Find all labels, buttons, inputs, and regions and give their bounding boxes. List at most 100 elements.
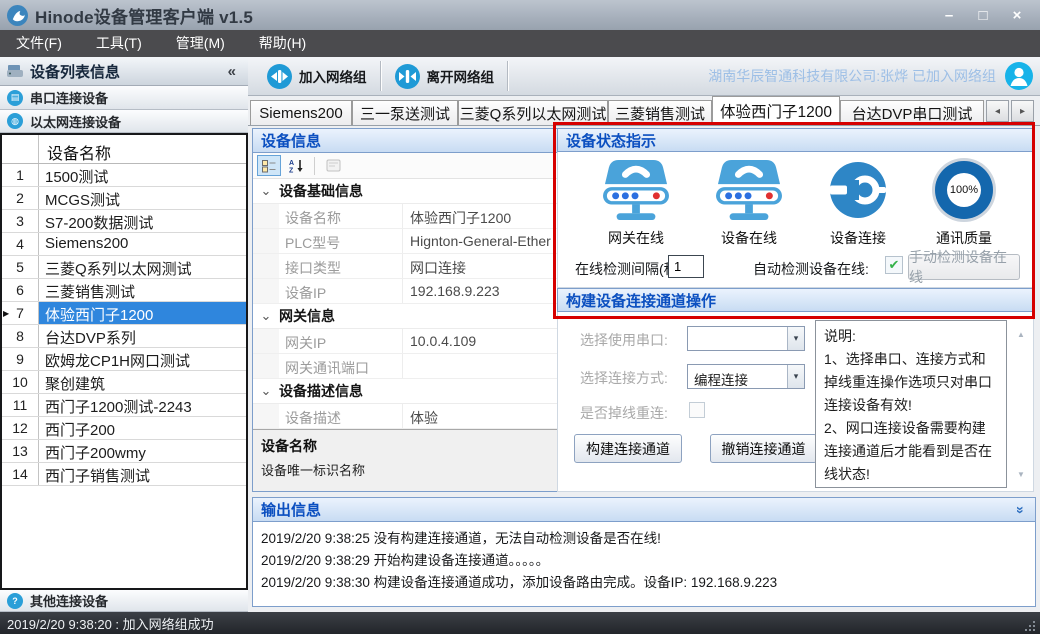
reconnect-label: 是否掉线重连:	[580, 403, 668, 423]
indicator-device-online: 设备在线	[697, 158, 801, 248]
table-row[interactable]: 12西门子200	[2, 417, 246, 440]
serial-select-dropdown[interactable]: ▾	[687, 326, 805, 351]
auto-detect-label: 自动检测设备在线:	[753, 259, 869, 279]
tab-sany-pump-test[interactable]: 三一泵送测试	[352, 100, 458, 125]
status-bar-text: 2019/2/20 9:38:20 : 加入网络组成功	[7, 614, 214, 633]
svg-text:A: A	[289, 160, 294, 167]
gateway-online-icon	[584, 158, 688, 222]
output-message: 2019/2/20 9:38:29 开始构建设备连接通道。。。。。	[261, 550, 1035, 572]
mode-select-dropdown[interactable]: 编程连接 ▾	[687, 364, 805, 389]
sidebar-group-other[interactable]: ? 其他连接设备	[0, 590, 248, 612]
table-row[interactable]: 5三菱Q系列以太网测试	[2, 256, 246, 279]
table-row[interactable]: 14西门子销售测试	[2, 463, 246, 486]
auto-detect-checkbox[interactable]: ✔	[885, 256, 903, 274]
menu-tools[interactable]: 工具(T)	[84, 30, 154, 57]
table-row[interactable]: 11500测试	[2, 164, 246, 187]
property-row[interactable]: PLC型号Hignton-General-Ether	[253, 229, 564, 254]
toolbar-separator	[507, 61, 508, 91]
menu-manage[interactable]: 管理(M)	[164, 30, 237, 57]
table-row[interactable]: 4Siemens200	[2, 233, 246, 256]
interval-input[interactable]	[668, 255, 704, 278]
network-toolbar: 加入网络组 离开网络组 湖南华辰智通科技有限公司:张烨 已加入网络组	[248, 57, 1040, 96]
tab-siemens1200-active[interactable]: 体验西门子1200	[712, 96, 840, 125]
property-row[interactable]: 设备IP192.168.9.223	[253, 279, 564, 304]
tab-mitsubishi-q-ethernet-test[interactable]: 三菱Q系列以太网测试	[458, 100, 608, 125]
property-pages-icon	[321, 155, 345, 176]
expander-icon[interactable]: ⌄	[253, 183, 279, 199]
leave-network-button[interactable]: 离开网络组	[384, 60, 505, 92]
menu-help[interactable]: 帮助(H)	[247, 30, 318, 57]
device-online-icon	[697, 158, 801, 222]
property-row[interactable]: 设备名称体验西门子1200	[253, 204, 564, 229]
tab-siemens200[interactable]: Siemens200	[250, 100, 352, 125]
comm-quality-gauge: 100%	[935, 161, 993, 219]
device-info-panel: 设备信息 AZ ⌄设备基础信息 设备名称体验西门子1200 PLC型号Hignt…	[252, 128, 565, 492]
toolbar-separator	[380, 61, 381, 91]
reconnect-checkbox[interactable]	[689, 402, 705, 418]
sidebar-group-serial[interactable]: ▤ 串口连接设备	[0, 86, 248, 110]
scroll-down-icon[interactable]: ▼	[1017, 470, 1025, 479]
device-list-icon	[6, 63, 24, 79]
menu-file[interactable]: 文件(F)	[4, 30, 74, 57]
manual-detect-button[interactable]: 手动检测设备在线	[908, 254, 1020, 280]
minimize-button[interactable]: –	[932, 7, 966, 24]
category-description-info[interactable]: ⌄设备描述信息	[253, 379, 564, 404]
table-row[interactable]: 3S7-200数据测试	[2, 210, 246, 233]
avatar	[1004, 61, 1034, 91]
ethernet-device-icon: ◍	[7, 113, 23, 129]
join-network-button[interactable]: 加入网络组	[256, 60, 377, 92]
device-status-header: 设备状态指示	[557, 128, 1034, 152]
table-row-selected[interactable]: ▶7 体验西门子1200	[2, 302, 246, 325]
close-button[interactable]: ×	[1000, 7, 1034, 24]
user-status-text: 湖南华辰智通科技有限公司:张烨 已加入网络组	[708, 66, 996, 86]
tab-mitsubishi-sales-test[interactable]: 三菱销售测试	[608, 100, 712, 125]
categorized-view-icon[interactable]	[257, 155, 281, 176]
window-title: Hinode设备管理客户端 v1.5	[35, 3, 253, 28]
indicator-gateway-online: 网关在线	[584, 158, 688, 248]
table-row[interactable]: 13西门子200wmy	[2, 440, 246, 463]
category-gateway-info[interactable]: ⌄网关信息	[253, 304, 564, 329]
category-basic-info[interactable]: ⌄设备基础信息	[253, 179, 564, 204]
tab-scroll-left-icon[interactable]: ◂	[986, 100, 1009, 122]
mode-select-label: 选择连接方式:	[580, 368, 668, 388]
tab-delta-dvp-serial-test[interactable]: 台达DVP串口测试	[840, 100, 984, 125]
build-channel-button[interactable]: 构建连接通道	[574, 434, 682, 463]
device-table-header: 设备名称	[2, 135, 246, 164]
revoke-channel-button[interactable]: 撤销连接通道	[710, 434, 817, 463]
property-grid-toolbar: AZ	[253, 153, 564, 179]
table-row[interactable]: 8台达DVP系列	[2, 325, 246, 348]
property-help-box: 设备名称 设备唯一标识名称	[253, 429, 564, 491]
table-row[interactable]: 2MCGS测试	[2, 187, 246, 210]
chevron-down-icon[interactable]: ▾	[787, 365, 804, 388]
other-device-icon: ?	[7, 593, 23, 609]
chevron-down-icon[interactable]: ▾	[787, 327, 804, 350]
maximize-button[interactable]: □	[966, 7, 1000, 24]
device-name-column-header: 设备名称	[39, 135, 246, 163]
indicator-comm-quality: 100% 通讯质量	[912, 158, 1016, 248]
serial-select-label: 选择使用串口:	[580, 330, 668, 350]
resize-grip[interactable]	[1025, 619, 1037, 631]
property-row[interactable]: 网关IP10.0.4.109	[253, 329, 564, 354]
output-messages: 2019/2/20 9:38:25 没有构建连接通道，无法自动检测设备是否在线!…	[252, 522, 1036, 607]
collapse-output-icon[interactable]: »	[1013, 506, 1029, 514]
app-window: Hinode设备管理客户端 v1.5 – □ × 文件(F) 工具(T) 管理(…	[0, 0, 1040, 634]
svg-text:Z: Z	[289, 168, 294, 174]
collapse-sidebar-icon[interactable]: «	[228, 63, 242, 80]
expander-icon[interactable]: ⌄	[253, 308, 279, 324]
table-row[interactable]: 6三菱销售测试	[2, 279, 246, 302]
comm-quality-value: 100%	[947, 173, 981, 207]
property-row[interactable]: 设备描述体验	[253, 404, 564, 429]
expander-icon[interactable]: ⌄	[253, 383, 279, 399]
alphabetical-sort-icon[interactable]: AZ	[284, 155, 308, 176]
tab-scroll-right-icon[interactable]: ▸	[1011, 100, 1034, 122]
property-row[interactable]: 网关通讯端口	[253, 354, 564, 379]
device-tab-strip: Siemens200 三一泵送测试 三菱Q系列以太网测试 三菱销售测试 体验西门…	[248, 96, 1040, 126]
sidebar-group-ethernet[interactable]: ◍ 以太网连接设备	[0, 110, 248, 133]
scroll-up-icon[interactable]: ▲	[1017, 330, 1025, 339]
property-row[interactable]: 接口类型网口连接	[253, 254, 564, 279]
device-connect-icon	[806, 158, 910, 222]
table-row[interactable]: 11西门子1200测试-2243	[2, 394, 246, 417]
serial-device-icon: ▤	[7, 90, 23, 106]
table-row[interactable]: 10聚创建筑	[2, 371, 246, 394]
table-row[interactable]: 9欧姆龙CP1H网口测试	[2, 348, 246, 371]
